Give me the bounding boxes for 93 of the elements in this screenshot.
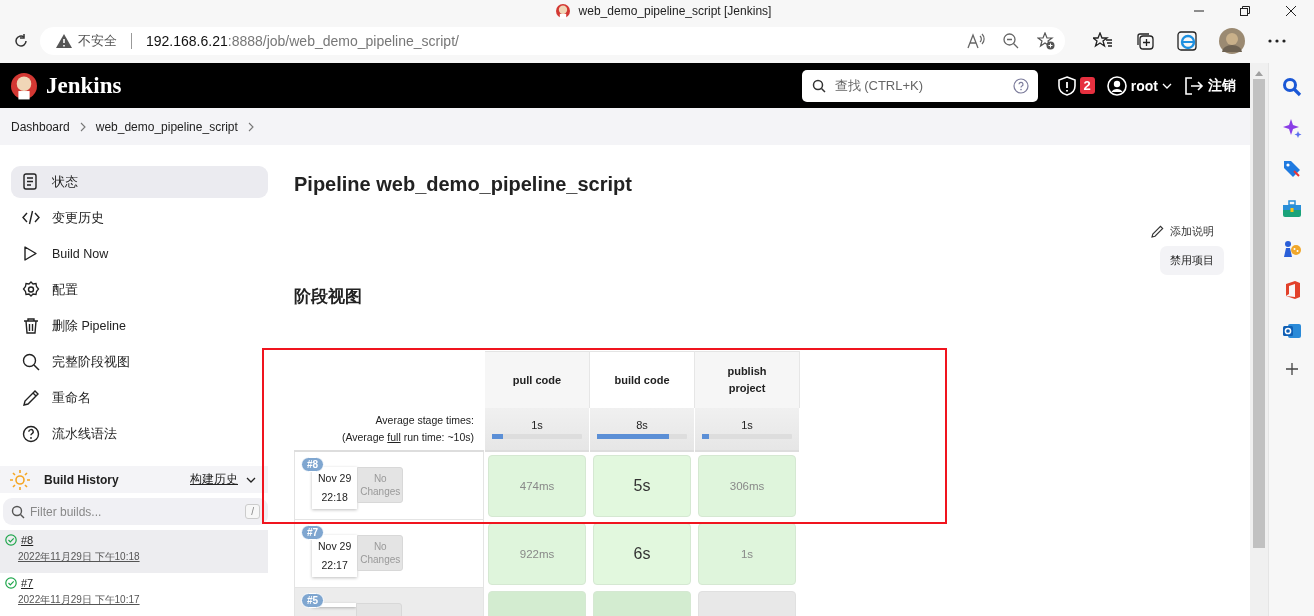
run-date-card: Nov 29 22:18 xyxy=(312,467,358,509)
build-number-badge: #7 xyxy=(301,525,325,540)
full-link[interactable]: full xyxy=(387,431,401,443)
side-menu-item[interactable]: Build Now xyxy=(11,238,268,270)
side-menu-item[interactable]: 配置 xyxy=(11,274,268,306)
play-icon xyxy=(22,245,40,263)
build-time-link[interactable]: 2022年11月29日 下午10:17 xyxy=(18,593,268,607)
success-icon xyxy=(5,534,17,546)
changes-label: No Changes xyxy=(357,535,404,571)
add-description-button[interactable]: 添加说明 xyxy=(1151,224,1214,239)
sun-icon xyxy=(10,469,30,490)
shortcut-key: / xyxy=(245,504,260,519)
stage-duration-cell[interactable]: 6s xyxy=(593,523,691,585)
warning-icon xyxy=(56,34,72,48)
gear-icon xyxy=(22,281,40,299)
user-menu-button[interactable]: root xyxy=(1106,75,1172,96)
favorites-icon[interactable] xyxy=(1093,32,1113,50)
side-menu-item[interactable]: 流水线语法 xyxy=(11,418,268,450)
search-icon[interactable] xyxy=(1281,77,1302,97)
logout-icon xyxy=(1184,76,1204,95)
changes-label: No Changes xyxy=(357,467,404,503)
close-icon xyxy=(1286,6,1296,16)
profile-avatar[interactable] xyxy=(1219,28,1245,54)
chevron-right-icon xyxy=(79,121,86,132)
build-history-row[interactable]: #7 2022年11月29日 下午10:17 xyxy=(0,573,268,616)
build-history-row[interactable]: #8 2022年11月29日 下午10:18 xyxy=(0,530,268,573)
collections-icon[interactable] xyxy=(1135,31,1155,51)
scrollbar-thumb[interactable] xyxy=(1253,79,1265,548)
run-label-cell[interactable]: #7 Nov 29 22:17 No Changes xyxy=(294,520,484,588)
add-icon[interactable] xyxy=(1284,362,1299,376)
stage-header: publish project xyxy=(695,351,799,408)
search-icon xyxy=(22,353,40,371)
restore-icon xyxy=(1240,6,1250,16)
build-history-title: Build History xyxy=(44,472,120,487)
run-label-cell[interactable]: #8 Nov 29 22:18 No Changes xyxy=(294,452,484,520)
build-link[interactable]: #7 xyxy=(21,577,34,589)
average-times-label: Average stage times: xyxy=(375,413,474,428)
breadcrumb-link[interactable]: Dashboard xyxy=(11,119,70,134)
user-icon xyxy=(1106,75,1127,96)
breadcrumb-link[interactable]: web_demo_pipeline_script xyxy=(95,119,238,134)
more-icon[interactable] xyxy=(1267,38,1287,44)
side-menu-item[interactable]: 状态 xyxy=(11,166,268,198)
chevron-down-icon xyxy=(1162,82,1172,89)
read-aloud-icon[interactable] xyxy=(967,33,985,49)
document-icon xyxy=(22,173,40,191)
build-link[interactable]: #8 xyxy=(21,534,34,546)
window-title: web_demo_pipeline_script [Jenkins] xyxy=(578,4,772,18)
side-menu-item[interactable]: 删除 Pipeline xyxy=(11,310,268,342)
pencil-icon xyxy=(22,389,40,407)
zoom-out-icon[interactable] xyxy=(1003,33,1019,49)
success-icon xyxy=(5,577,17,589)
toolbox-icon[interactable] xyxy=(1281,200,1302,218)
logo-icon xyxy=(10,71,38,100)
trend-link[interactable]: 构建历史 xyxy=(190,471,256,488)
average-time-cell: 1s xyxy=(695,408,799,452)
url-text: 192.168.6.21:8888/job/web_demo_pipeline_script/ xyxy=(146,33,459,49)
security-alerts-button[interactable]: 2 xyxy=(1057,75,1095,96)
reload-icon xyxy=(13,33,29,49)
disable-project-button[interactable]: 禁用项目 xyxy=(1160,246,1224,275)
search-icon xyxy=(11,505,25,519)
pencil-icon xyxy=(1151,225,1164,238)
build-number-badge: #5 xyxy=(301,593,325,608)
help-icon xyxy=(22,425,40,443)
code-icon xyxy=(22,209,40,227)
security-label: 不安全 xyxy=(78,32,117,50)
chevron-down-icon xyxy=(246,476,256,483)
side-menu-item[interactable]: 完整阶段视图 xyxy=(11,346,268,378)
brand-name[interactable]: Jenkins xyxy=(46,72,122,99)
search-icon xyxy=(811,78,826,93)
address-field[interactable]: 不安全 192.168.6.21:8888/job/web_demo_pipeline_script/ xyxy=(40,27,1065,55)
tag-icon[interactable] xyxy=(1281,159,1302,179)
help-icon[interactable] xyxy=(1012,77,1029,94)
alert-count: 2 xyxy=(1079,77,1095,94)
search-field[interactable]: 查找 (CTRL+K) xyxy=(801,69,1038,102)
mail-icon[interactable] xyxy=(1281,321,1302,341)
page-title: Pipeline web_demo_pipeline_script xyxy=(294,173,633,196)
average-time-cell: 8s xyxy=(590,408,694,452)
side-menu-item[interactable]: 变更历史 xyxy=(11,202,268,234)
shield-icon xyxy=(1057,75,1076,96)
side-menu-item[interactable]: 重命名 xyxy=(11,382,268,414)
chevron-right-icon xyxy=(247,121,254,132)
average-time-cell: 1s xyxy=(485,408,589,452)
stage-duration-cell[interactable]: 5s xyxy=(593,455,691,517)
logo-icon xyxy=(554,3,571,19)
run-time-note: (Average full run time: ~10s) xyxy=(341,430,474,445)
favorite-add-icon[interactable] xyxy=(1037,32,1055,50)
stage-header: pull code xyxy=(485,351,589,408)
trash-icon xyxy=(22,317,40,335)
section-title: 阶段视图 xyxy=(294,286,363,308)
build-time-link[interactable]: 2022年11月29日 下午10:18 xyxy=(18,550,268,564)
build-number-badge: #8 xyxy=(301,457,325,472)
run-date-card: Nov 29 22:17 xyxy=(312,535,358,577)
logout-button[interactable]: 注销 xyxy=(1184,76,1236,95)
